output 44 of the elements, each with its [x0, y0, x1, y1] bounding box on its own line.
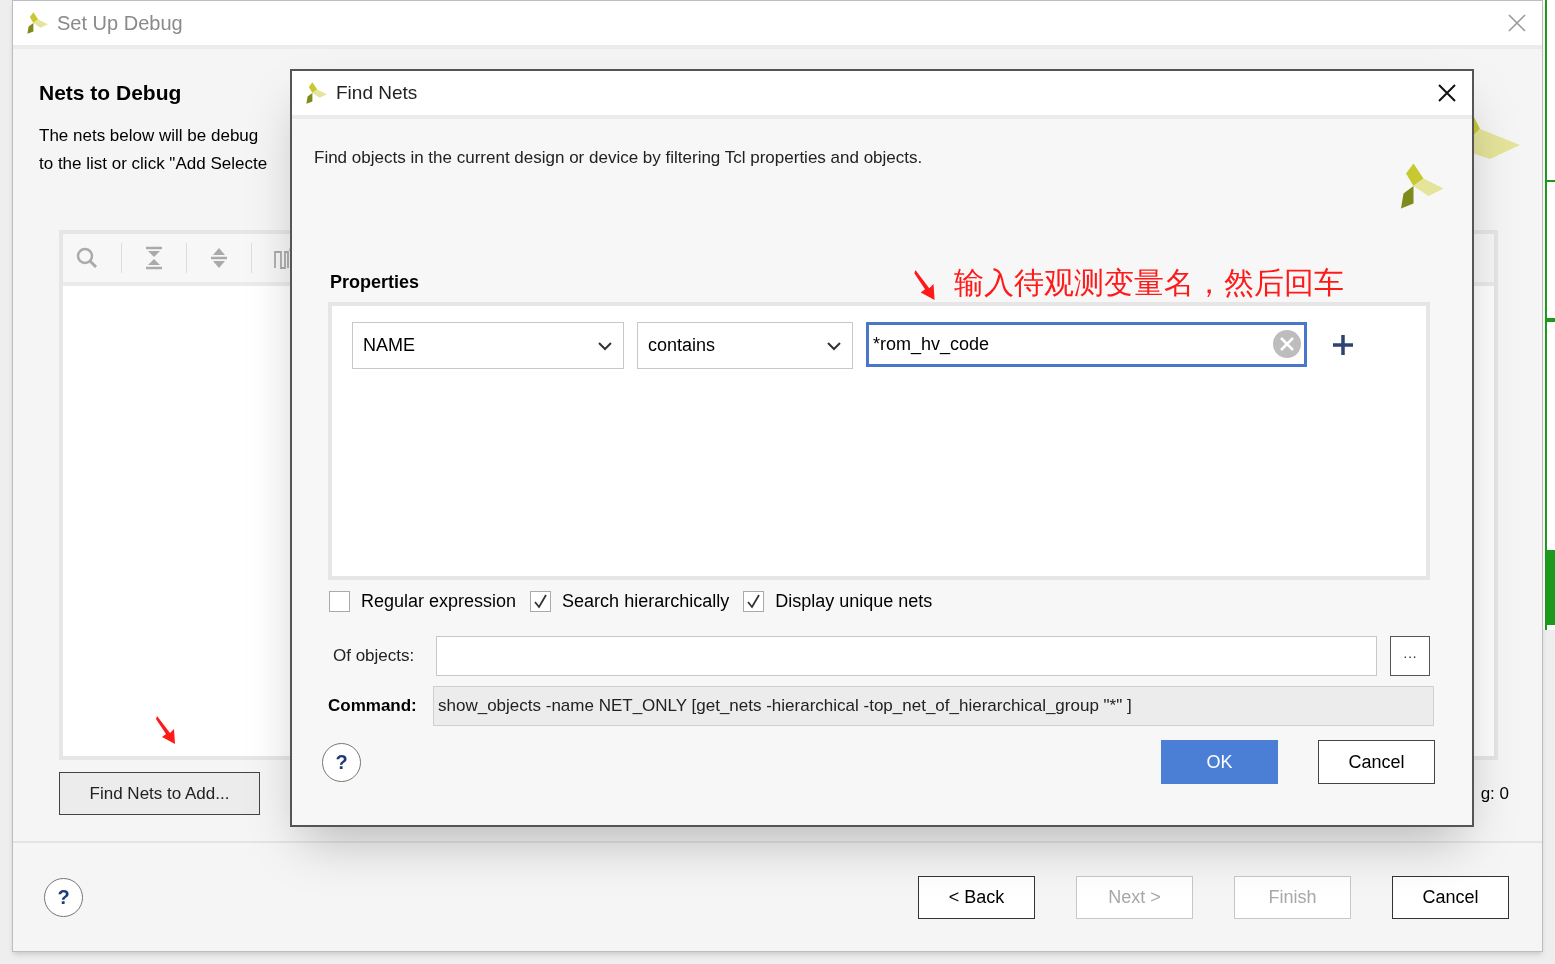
checkbox[interactable] [329, 591, 350, 612]
annotation-text: 输入待观测变量名，然后回车 [954, 265, 1344, 301]
checkbox[interactable] [530, 591, 552, 612]
checkbox-label: Display unique nets [775, 590, 933, 613]
pointer-arrow-icon [155, 715, 177, 745]
wizard-button[interactable]: Cancel [1392, 875, 1509, 919]
dialog-button[interactable]: OK [1161, 740, 1278, 784]
checkbox[interactable] [743, 591, 765, 612]
field-label: Command: [328, 695, 418, 718]
operator-dropdown[interactable]: contains [637, 322, 853, 369]
checkmark-icon [533, 594, 549, 609]
checkmark-icon [746, 594, 762, 609]
pointer-arrow-icon [914, 269, 936, 301]
checkbox-label: Regular expression [361, 590, 517, 613]
logo-icon [304, 81, 328, 105]
add-icon[interactable] [1332, 334, 1354, 356]
description-text: The nets below will be debug [39, 125, 259, 147]
expand-all-icon[interactable] [209, 246, 229, 270]
clear-icon[interactable] [1272, 329, 1302, 359]
dialog-description: Find objects in the current design or device by filtering Tcl properties and objects. [314, 147, 924, 169]
help-button[interactable]: ? [44, 877, 83, 917]
dialog-button[interactable]: Cancel [1318, 740, 1435, 784]
help-button[interactable]: ? [322, 742, 361, 782]
field-label: Of objects: [333, 645, 416, 668]
window-title: Set Up Debug [57, 11, 183, 36]
find-nets-button[interactable]: Find Nets to Add... [59, 772, 260, 815]
logo-icon [25, 11, 49, 35]
properties-label: Properties [330, 271, 420, 294]
count-text: g: 0 [1480, 782, 1509, 805]
command-field: show_objects -name NET_ONLY [get_nets -hierarchical -top_net_of_hierarchical_group "*" ] [433, 686, 1434, 726]
search-icon[interactable] [75, 246, 99, 270]
objects-field[interactable] [436, 636, 1377, 676]
description-text: to the list or click "Add Selecte [39, 153, 268, 175]
collapse-all-icon[interactable] [144, 246, 164, 270]
value-field[interactable]: *rom_hv_code [866, 322, 1307, 367]
browse-button[interactable]: ··· [1390, 636, 1430, 676]
page-heading: Nets to Debug [39, 80, 182, 106]
dialog-title: Find Nets [336, 80, 418, 105]
close-icon[interactable] [1438, 84, 1456, 102]
chevron-down-icon [826, 340, 842, 351]
chevron-down-icon [597, 340, 613, 351]
checkbox-label: Search hierarchically [562, 590, 730, 613]
wizard-button[interactable]: < Back [918, 875, 1035, 919]
property-dropdown[interactable]: NAME [352, 322, 624, 369]
